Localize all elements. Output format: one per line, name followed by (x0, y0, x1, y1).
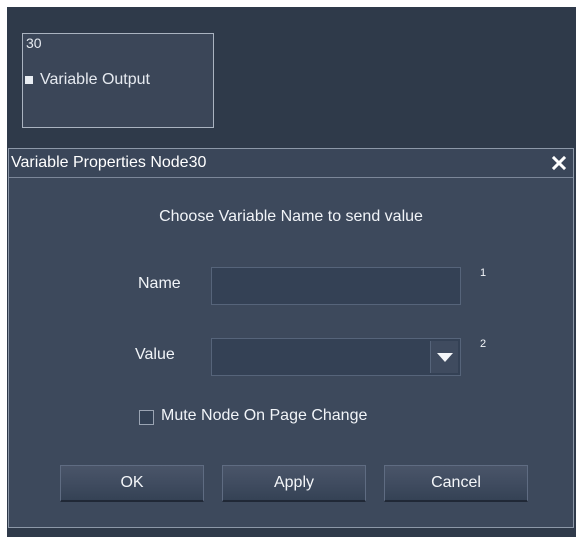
mute-checkbox[interactable] (139, 410, 154, 425)
close-icon[interactable] (549, 153, 569, 173)
apply-button[interactable]: Apply (222, 465, 366, 502)
node-id: 30 (26, 35, 42, 51)
name-input[interactable] (211, 267, 461, 305)
dialog-titlebar[interactable]: Variable Properties Node30 (9, 149, 573, 178)
variable-properties-dialog: Variable Properties Node30 Choose Variab… (8, 148, 574, 528)
mute-label: Mute Node On Page Change (161, 407, 368, 424)
value-label: Value (135, 346, 175, 363)
dialog-prompt: Choose Variable Name to send value (159, 208, 423, 225)
name-marker: 1 (480, 267, 487, 279)
node-label: Variable Output (40, 71, 150, 88)
port-square-icon[interactable] (25, 76, 33, 84)
variable-output-node[interactable]: 30 Variable Output (22, 33, 214, 128)
value-marker: 2 (480, 338, 487, 350)
ok-button[interactable]: OK (60, 465, 204, 502)
name-label: Name (138, 275, 181, 292)
cancel-button[interactable]: Cancel (384, 465, 528, 502)
chevron-down-icon[interactable] (430, 341, 458, 373)
value-dropdown[interactable] (211, 338, 461, 376)
dialog-title: Variable Properties Node30 (11, 154, 207, 171)
node-canvas: 30 Variable Output Variable Properties N… (7, 7, 576, 537)
